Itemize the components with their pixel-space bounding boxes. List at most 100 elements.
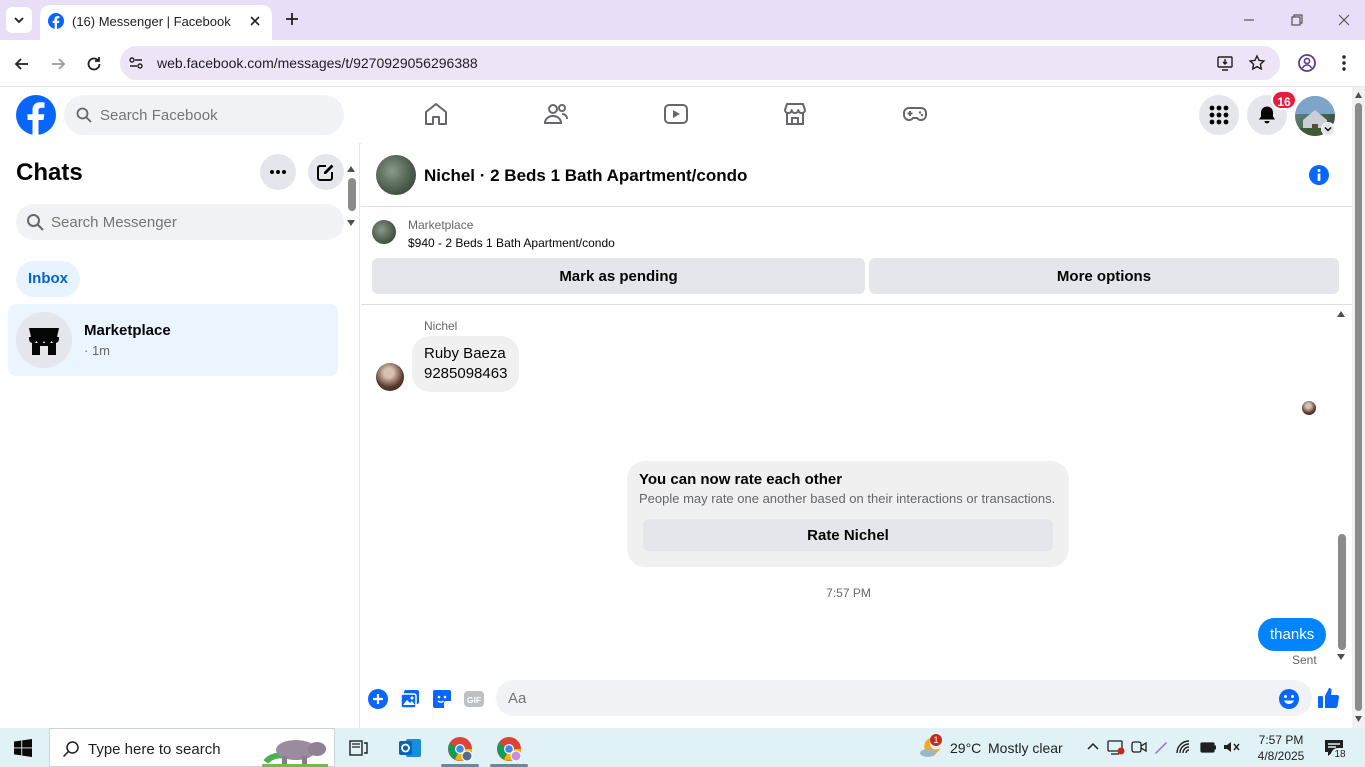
browser-profile-icon[interactable] xyxy=(1297,53,1317,73)
message-input-box[interactable] xyxy=(496,680,1312,716)
incoming-message-bubble[interactable]: Ruby Baeza 9285098463 xyxy=(412,336,520,392)
page-scrollbar-thumb[interactable] xyxy=(1355,103,1362,711)
chat-name: Marketplace xyxy=(84,322,171,339)
scroll-up-icon[interactable] xyxy=(1354,91,1363,99)
info-icon[interactable] xyxy=(1308,164,1330,186)
video-icon[interactable] xyxy=(663,101,689,127)
friends-icon[interactable] xyxy=(543,101,569,127)
install-app-icon[interactable] xyxy=(1216,54,1234,72)
taskbar-clock[interactable]: 7:57 PM 4/8/2025 xyxy=(1253,732,1309,764)
listing-title[interactable]: $940 - 2 Beds 1 Bath Apartment/condo xyxy=(408,236,615,250)
window-restore-icon[interactable] xyxy=(1288,11,1306,29)
system-tray xyxy=(1085,739,1241,755)
outgoing-message-bubble[interactable]: thanks xyxy=(1258,618,1327,651)
clock-time: 7:57 PM xyxy=(1258,733,1304,747)
plus-circle-icon[interactable] xyxy=(367,688,389,710)
reload-icon[interactable] xyxy=(84,54,104,74)
message-input[interactable] xyxy=(508,680,1268,716)
message-timestamp: 7:57 PM xyxy=(826,586,871,600)
chats-sidebar: Chats Inbox Marketplace · 1m xyxy=(0,143,360,728)
menu-apps-button[interactable] xyxy=(1199,95,1239,135)
svg-text:GIF: GIF xyxy=(467,695,481,705)
taskbar-search-placeholder: Type here to search xyxy=(88,741,221,758)
new-tab-plus-icon[interactable] xyxy=(282,9,302,29)
rating-prompt-description: People may rate one another based on the… xyxy=(639,491,1056,506)
battery-icon[interactable] xyxy=(1199,739,1217,755)
marketplace-store-icon xyxy=(28,328,60,355)
window-minimize-icon[interactable] xyxy=(1240,11,1258,29)
network-alert-icon[interactable] xyxy=(1107,739,1125,755)
messenger-search-box[interactable] xyxy=(16,204,344,240)
thumbs-up-icon[interactable] xyxy=(1317,686,1341,710)
messenger-search-input[interactable] xyxy=(51,204,331,240)
sticker-icon[interactable] xyxy=(431,688,453,710)
chats-title: Chats xyxy=(16,159,83,186)
emoji-icon[interactable] xyxy=(1278,688,1300,710)
taskbar-search-box[interactable]: Type here to search xyxy=(49,728,335,767)
more-horizontal-icon xyxy=(270,170,286,174)
sender-name: Nichel xyxy=(424,319,458,333)
page-scrollbar[interactable] xyxy=(1352,87,1365,728)
chevron-up-icon[interactable] xyxy=(1085,739,1101,755)
weather-alert-badge: 1 xyxy=(930,734,942,746)
task-view-icon[interactable] xyxy=(349,738,369,758)
window-close-icon[interactable] xyxy=(1335,11,1353,29)
chrome-profile-icon[interactable] xyxy=(496,736,522,762)
weather-temperature[interactable]: 29°C xyxy=(950,740,981,756)
pen-icon[interactable] xyxy=(1153,739,1169,755)
browser-menu-icon[interactable] xyxy=(1336,53,1352,73)
chrome-icon[interactable] xyxy=(447,736,473,762)
weather-condition[interactable]: Mostly clear xyxy=(988,740,1063,756)
facebook-search-box[interactable] xyxy=(64,95,344,135)
browser-toolbar: web.facebook.com/messages/t/927092905629… xyxy=(0,40,1365,87)
url-text[interactable]: web.facebook.com/messages/t/927092905629… xyxy=(157,55,478,71)
listing-thumbnail[interactable] xyxy=(372,220,396,244)
wifi-icon[interactable] xyxy=(1175,739,1193,755)
facebook-logo-icon[interactable] xyxy=(16,95,56,135)
meet-now-icon[interactable] xyxy=(1131,739,1147,755)
windows-start-icon[interactable] xyxy=(14,739,32,757)
conversation-header: Nichel · 2 Beds 1 Bath Apartment/condo xyxy=(361,143,1352,207)
account-menu-chevron[interactable] xyxy=(1321,122,1335,136)
conversation-avatar[interactable] xyxy=(376,155,416,195)
gaming-icon[interactable] xyxy=(902,101,928,127)
back-arrow-icon[interactable] xyxy=(12,54,32,74)
chats-options-button[interactable] xyxy=(260,154,296,190)
home-icon[interactable] xyxy=(423,101,449,127)
scroll-up-icon[interactable] xyxy=(1336,310,1346,318)
scroll-down-icon[interactable] xyxy=(1336,653,1346,661)
search-highlight-hippo-icon[interactable] xyxy=(262,732,328,767)
speaker-muted-icon[interactable] xyxy=(1223,739,1241,755)
conversation-title[interactable]: Nichel · 2 Beds 1 Bath Apartment/condo xyxy=(424,166,747,186)
scroll-down-icon[interactable] xyxy=(1354,715,1363,723)
site-settings-icon[interactable] xyxy=(128,55,144,71)
facebook-header xyxy=(0,87,1352,143)
bookmark-star-icon[interactable] xyxy=(1248,54,1266,72)
scroll-down-icon[interactable] xyxy=(346,219,356,227)
search-icon xyxy=(62,741,79,758)
tab-inbox[interactable]: Inbox xyxy=(16,261,80,297)
new-message-button[interactable] xyxy=(308,154,344,190)
incoming-message-line: Ruby Baeza xyxy=(424,345,506,362)
tab-search-button[interactable] xyxy=(6,7,32,33)
address-bar[interactable]: web.facebook.com/messages/t/927092905629… xyxy=(120,46,1280,80)
facebook-search-input[interactable] xyxy=(100,95,330,135)
browser-tab-active[interactable]: (16) Messenger | Facebook xyxy=(40,5,272,40)
tab-close-button[interactable] xyxy=(246,12,264,30)
marketplace-icon[interactable] xyxy=(782,101,808,127)
chat-list-item[interactable]: Marketplace · 1m xyxy=(8,304,338,376)
gif-icon[interactable]: GIF xyxy=(463,688,485,710)
search-icon xyxy=(27,214,44,231)
search-icon xyxy=(76,107,92,123)
more-options-button[interactable]: More options xyxy=(869,258,1339,294)
chats-scrollbar-thumb[interactable] xyxy=(348,178,356,211)
outlook-icon[interactable] xyxy=(398,736,422,760)
facebook-favicon-icon xyxy=(48,13,64,29)
forward-arrow-icon[interactable] xyxy=(48,54,68,74)
mark-as-pending-button[interactable]: Mark as pending xyxy=(372,258,865,294)
rate-user-button[interactable]: Rate Nichel xyxy=(643,519,1053,551)
scroll-up-icon[interactable] xyxy=(346,165,356,173)
photo-icon[interactable] xyxy=(399,688,421,710)
messages-scrollbar-thumb[interactable] xyxy=(1338,534,1346,650)
sender-avatar[interactable] xyxy=(376,363,404,391)
